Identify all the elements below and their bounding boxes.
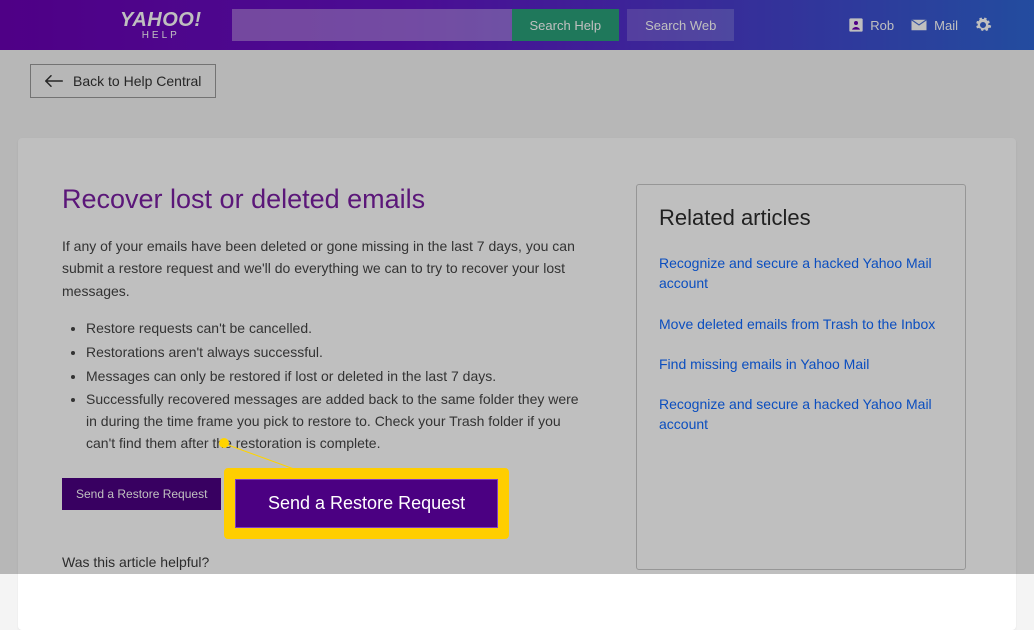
related-link[interactable]: Recognize and secure a hacked Yahoo Mail… (659, 394, 943, 435)
article-intro: If any of your emails have been deleted … (62, 235, 592, 302)
arrow-left-icon (45, 75, 63, 87)
helpful-question: Was this article helpful? (62, 554, 592, 570)
callout-highlight: Send a Restore Request (224, 468, 509, 539)
search-input[interactable] (232, 9, 512, 41)
back-link-label: Back to Help Central (73, 73, 201, 89)
list-item: Restorations aren't always successful. (86, 342, 592, 364)
header: YAHOO! HELP Search Help Search Web Rob M… (0, 0, 1034, 50)
user-name: Rob (870, 18, 894, 33)
back-to-help-central-link[interactable]: Back to Help Central (30, 64, 216, 98)
gear-icon[interactable] (974, 16, 992, 34)
main-card: Recover lost or deleted emails If any of… (18, 138, 1016, 630)
callout-button-magnified: Send a Restore Request (235, 479, 498, 528)
related-link[interactable]: Recognize and secure a hacked Yahoo Mail… (659, 253, 943, 294)
mail-icon (910, 16, 928, 34)
related-heading: Related articles (659, 205, 943, 231)
yahoo-help-logo: YAHOO! HELP (120, 9, 202, 41)
related-articles-panel: Related articles Recognize and secure a … (636, 184, 966, 570)
list-item: Restore requests can't be cancelled. (86, 318, 592, 340)
list-item: Successfully recovered messages are adde… (86, 389, 592, 454)
avatar-icon (848, 17, 864, 33)
list-item: Messages can only be restored if lost or… (86, 366, 592, 388)
user-block[interactable]: Rob (848, 17, 894, 33)
search-help-button[interactable]: Search Help (512, 9, 620, 41)
related-link[interactable]: Find missing emails in Yahoo Mail (659, 354, 943, 374)
back-bar: Back to Help Central (0, 50, 1034, 98)
mail-label: Mail (934, 18, 958, 33)
header-right: Rob Mail (848, 16, 992, 34)
logo-sub: HELP (142, 30, 180, 41)
logo-main: YAHOO! (120, 9, 202, 32)
mail-link[interactable]: Mail (910, 16, 958, 34)
article-bullets: Restore requests can't be cancelled. Res… (62, 318, 592, 454)
search-web-button[interactable]: Search Web (627, 9, 734, 41)
search-bar: Search Help Search Web (232, 9, 735, 41)
article-title: Recover lost or deleted emails (62, 184, 592, 215)
related-link[interactable]: Move deleted emails from Trash to the In… (659, 314, 943, 334)
callout-anchor-dot (219, 438, 229, 448)
send-restore-request-button[interactable]: Send a Restore Request (62, 478, 221, 510)
